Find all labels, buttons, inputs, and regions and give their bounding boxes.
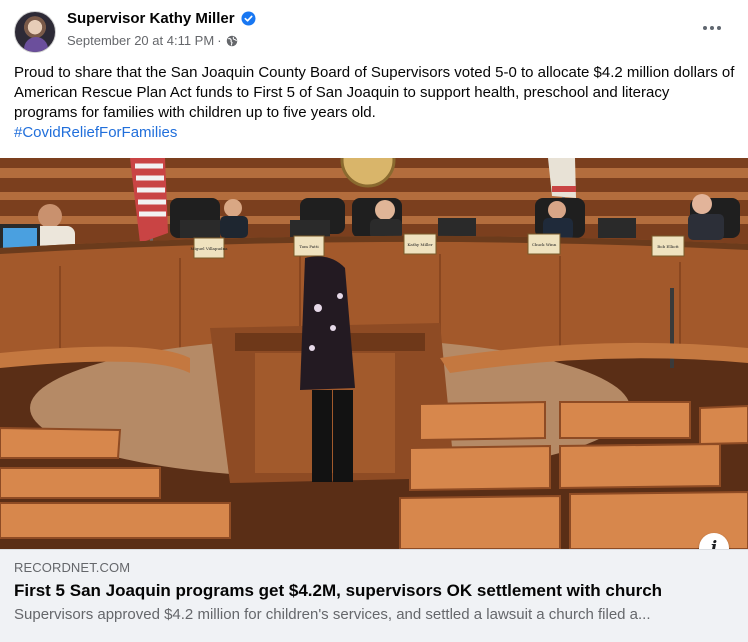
courtroom-photo: Miguel Villapudua Tom Patti Kathy Miller… <box>0 158 748 549</box>
post-timestamp[interactable]: September 20 at 4:11 PM <box>67 33 214 48</box>
nameplate-text: Kathy Miller <box>407 242 432 247</box>
link-description: Supervisors approved $4.2 million for ch… <box>14 606 651 623</box>
link-title[interactable]: First 5 San Joaquin programs get $4.2M, … <box>14 581 662 601</box>
more-dot <box>703 26 707 30</box>
more-dot <box>717 26 721 30</box>
nameplate-text: Bob Elliott <box>657 244 679 249</box>
nameplate-text: Chuck Winn <box>532 242 557 247</box>
more-options-icon[interactable] <box>698 16 726 40</box>
post-text: Proud to share that the San Joaquin Coun… <box>14 63 736 143</box>
meta-separator: · <box>217 33 222 48</box>
more-dot <box>710 26 714 30</box>
hashtag-link[interactable]: #CovidReliefForFamilies <box>14 124 177 141</box>
author-avatar[interactable] <box>14 11 56 53</box>
post-body: Proud to share that the San Joaquin Coun… <box>14 64 735 121</box>
facebook-post: Supervisor Kathy Miller September 20 at … <box>0 0 748 642</box>
post-meta: September 20 at 4:11 PM · <box>67 33 238 48</box>
post-photo[interactable]: Miguel Villapudua Tom Patti Kathy Miller… <box>0 158 748 549</box>
author-name[interactable]: Supervisor Kathy Miller <box>67 10 235 27</box>
author-row: Supervisor Kathy Miller <box>67 10 256 27</box>
link-preview[interactable]: RECORDNET.COM First 5 San Joaquin progra… <box>0 549 748 642</box>
globe-icon[interactable] <box>226 35 238 47</box>
nameplate-text: Miguel Villapudua <box>190 246 228 251</box>
link-domain: RECORDNET.COM <box>14 560 131 575</box>
verified-badge-icon <box>241 11 256 26</box>
nameplate-text: Tom Patti <box>299 244 319 249</box>
post-header: Supervisor Kathy Miller September 20 at … <box>0 0 748 60</box>
